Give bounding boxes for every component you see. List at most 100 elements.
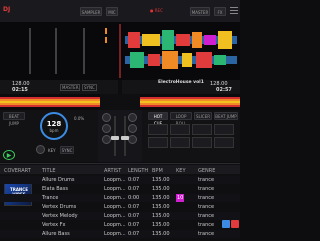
table-cell-artist: Loopm... [104,222,126,228]
deck-right-slicer-tab[interactable]: SLICER [194,112,212,120]
deck-right-pad-4[interactable] [214,124,234,135]
mixer-gain-right-knob[interactable] [128,113,137,122]
table-cell-bpm: 135.00 [152,213,170,219]
deck-left-time: 02:15 [12,87,28,93]
table-cell-length: 0:07 [128,222,140,228]
deck-right-pad-5[interactable] [148,137,168,148]
table-cell-artist: Loopm... [104,186,126,192]
deck-right-wave-graphic [140,97,240,107]
col-coverart[interactable]: COVERART [4,168,31,174]
col-genre[interactable]: GENRE [198,168,215,174]
deck-right-pad-1[interactable] [148,124,168,135]
mixer-low-right-knob[interactable] [128,135,137,144]
table-cell-genre: trance [198,231,215,237]
deck-left-info: 128.00 02:15 MASTER SYNC [0,80,118,94]
deck-right-pad-2[interactable] [170,124,190,135]
col-length[interactable]: LENGTH [128,168,148,174]
deck-left-sync-button[interactable]: SYNC [60,146,74,154]
table-cell-artist: Loopm... [104,213,126,219]
table-cell-bpm: 135.00 [152,231,170,237]
mixer-gain-left-knob[interactable] [102,113,111,122]
menu-icon[interactable] [230,6,238,14]
sampler-button[interactable]: SAMPLER [80,7,102,16]
deck-right-pad-3[interactable] [192,124,212,135]
fx-button[interactable]: FX [214,7,226,16]
table-cell-key: 10 [176,194,185,202]
table-row[interactable]: Trance Loopm... 0:00 135.00 10 trance [0,194,240,202]
deck-right-pad-8[interactable] [214,137,234,148]
table-cell-length: 0:07 [128,177,140,183]
table-cell-artist: Loopm... [104,204,126,210]
deck-right-title: ElectroHouse vol1 [158,80,204,85]
top-bar: DJ SAMPLER MIC ● REC MASTER FX [0,0,240,22]
table-cell-title: Trance [42,195,59,201]
table-cell-length: 0:07 [128,186,140,192]
deck-left-key-label: KEY [48,148,56,153]
deck-left-beat-jump[interactable]: BEAT JUMP [3,112,25,126]
settings-icon[interactable] [222,220,230,228]
table-cell-title: Allure Drums [42,177,75,183]
table-row[interactable]: Vertex Melody Loopm... 0:07 135.00 trance [0,212,240,220]
table-cell-length: 0:07 [128,231,140,237]
deck-right-pad-7[interactable] [192,137,212,148]
table-cell-length: 0:00 [128,195,140,201]
table-cell-genre: trance [198,213,215,219]
table-cell-genre: trance [198,195,215,201]
table-row[interactable]: Vertex Drums Loopm... 0:07 135.00 trance [0,203,240,211]
table-cell-artist: Loopm... [104,177,126,183]
col-bpm[interactable]: BPM [152,168,163,174]
waveform-overview[interactable] [0,22,240,80]
mixer-low-left-knob[interactable] [102,135,111,144]
app-logo: DJ [3,6,11,13]
table-cell-genre: trance [198,222,215,228]
table-cell-bpm: 135.00 [152,195,170,201]
table-row[interactable]: Elata Bass Loopm... 0:07 135.00 trance [0,185,240,193]
mixer-hi-right-knob[interactable] [128,124,137,133]
deck-right-controls: HOT CUE LOOP ROLL SLICER BEAT JUMP [142,110,240,162]
table-cell-bpm: 135.00 [152,186,170,192]
deck-right-wave[interactable] [140,94,240,110]
deck-right-pad-6[interactable] [170,137,190,148]
deck-left-sync-tag[interactable]: SYNC [82,84,97,91]
table-cell-artist: Loopm... [104,231,126,237]
table-row[interactable]: Vertex Fx Loopm... 0:07 135.00 trance [0,221,240,229]
table-cell-genre: trance [198,186,215,192]
deck-right-beat-jump-tab[interactable]: BEAT JUMP [214,112,238,120]
table-cell-title: Vertex Melody [42,213,78,219]
channel-fader-right[interactable] [121,136,129,140]
mixer-hi-left-knob[interactable] [102,124,111,133]
deck-left-master-tag[interactable]: MASTER [60,84,81,91]
deck-left-pitch: 0.0% [74,116,85,121]
deck-left-jog[interactable]: 128 bpm [40,112,68,140]
waveform-overview-graphic [29,24,237,78]
mic-button[interactable]: MIC [106,7,118,16]
deck-left-key-knob[interactable] [36,145,45,154]
col-title[interactable]: TITLE [42,168,56,174]
table-cell-bpm: 135.00 [152,204,170,210]
table-cell-title: Vertex Drums [42,204,77,210]
col-artist[interactable]: ARTIST [104,168,121,174]
deck-left-play-button[interactable]: ▶ [3,150,15,160]
deck-right-hot-cue-tab[interactable]: HOT CUE [148,112,168,126]
deck-right-loop-roll-tab[interactable]: LOOP ROLL [170,112,192,126]
deck-left-wave[interactable] [0,94,100,110]
deck-left-tempo-unit: bpm [49,128,59,133]
channel-fader-left[interactable] [111,136,119,140]
table-cell-bpm: 135.00 [152,177,170,183]
table-cell-title: Elata Bass [42,186,68,192]
mixer-panel [98,110,142,162]
col-key[interactable]: KEY [176,168,186,174]
close-icon[interactable] [231,220,239,228]
record-button[interactable]: ● REC [150,8,163,14]
table-row[interactable]: Allure Drums Loopm... 0:07 135.00 trance [0,176,240,184]
master-button[interactable]: MASTER [190,7,210,16]
deck-left-tempo: 128 [46,120,62,128]
table-cell-title: Vertex Fx [42,222,66,228]
table-cell-length: 0:07 [128,204,140,210]
table-cell-bpm: 135.00 [152,222,170,228]
table-cell-title: Allure Bass [42,231,70,237]
mixer-vu-strip [100,94,140,110]
table-cell-length: 0:07 [128,213,140,219]
deck-left-controls: BEAT JUMP 128 bpm 0.0% KEY SYNC ▶ [0,110,98,162]
table-row[interactable]: Allure Bass Loopm... 0:07 135.00 trance [0,230,240,238]
